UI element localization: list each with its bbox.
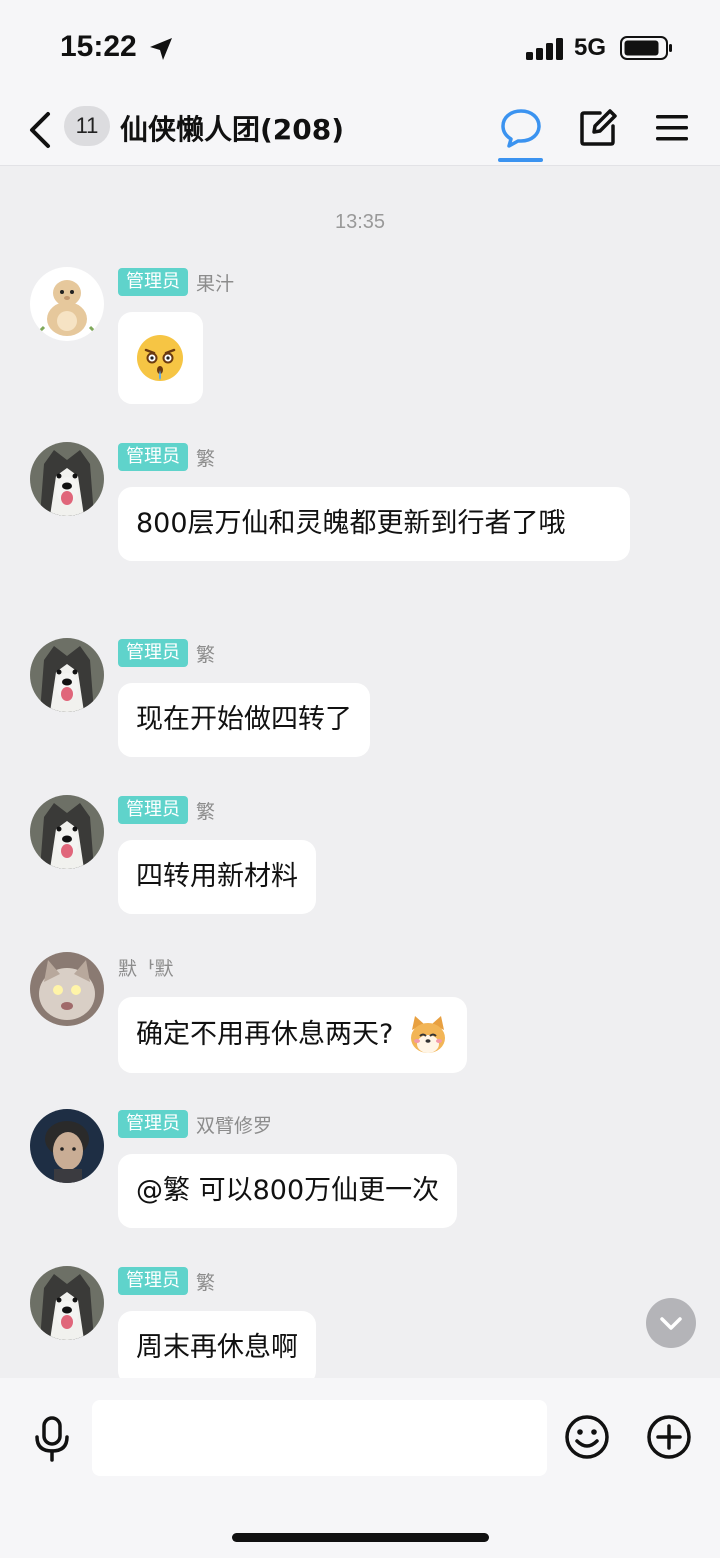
message-bubble[interactable]: 周末再休息啊 [118,1311,316,1378]
menu-icon[interactable] [654,112,690,144]
sender-name[interactable]: 繁 [196,797,215,824]
message-meta: 管理员 繁 [118,795,215,825]
status-bar: 15:22 5G [0,0,720,96]
husky-avatar[interactable] [30,795,104,869]
shiba-face-sticker [411,1016,446,1053]
signal-bars-icon [526,38,563,60]
admin-badge: 管理员 [118,268,188,296]
message-text: 800层万仙和灵魄都更新到行者了哦 [136,508,566,539]
sender-name[interactable]: 默ᅡ默 [118,954,173,981]
message-item: 管理员 繁 现在开始做四转了 [0,638,720,758]
message-item: 管理员 果汁 [0,267,720,407]
message-bubble[interactable]: @繁 可以800万仙更一次 [118,1154,458,1228]
back-icon[interactable] [26,110,54,150]
chat-header: 11 仙侠懒人团(208) [0,96,720,166]
location-arrow-icon [150,38,172,60]
message-text: @繁 可以800万仙更一次 [136,1175,440,1206]
message-bubble[interactable] [118,312,203,404]
message-meta: 默ᅡ默 [118,952,173,982]
message-bubble[interactable]: 现在开始做四转了 [118,683,370,757]
emoji-face-icon[interactable] [564,1414,610,1460]
message-item: 默ᅡ默 确定不用再休息两天? [0,952,720,1073]
home-indicator [232,1533,489,1542]
message-item: 管理员 繁 四转用新材料 [0,795,720,915]
message-item: 管理员 双臂修罗 @繁 可以800万仙更一次 [0,1109,720,1229]
message-text: 周末再休息啊 [136,1332,298,1363]
cat-avatar[interactable] [30,952,104,1026]
message-text: 现在开始做四转了 [136,704,352,735]
message-bubble[interactable]: 确定不用再休息两天? [118,997,468,1073]
sender-name[interactable]: 果汁 [196,269,234,296]
husky-avatar[interactable] [30,442,104,516]
active-tab-indicator [498,158,543,162]
edit-icon[interactable] [578,108,618,148]
message-text: 确定不用再休息两天? [136,1019,394,1050]
add-circle-icon[interactable] [646,1414,692,1460]
time-divider: 13:35 [334,211,386,233]
message-meta: 管理员 双臂修罗 [118,1109,272,1139]
admin-badge: 管理员 [118,639,188,667]
sender-name[interactable]: 繁 [196,444,215,471]
message-meta: 管理员 繁 [118,442,215,472]
admin-badge: 管理员 [118,1267,188,1295]
message-bubble[interactable]: 四转用新材料 [118,840,316,914]
input-bar [0,1378,720,1558]
husky-avatar[interactable] [30,638,104,712]
admin-badge: 管理员 [118,1110,188,1138]
admin-badge: 管理员 [118,443,188,471]
cartoon-dino-avatar[interactable] [30,267,104,341]
sender-name[interactable]: 繁 [196,640,215,667]
message-list[interactable]: 13:35 管理员 果汁 管理员 繁 800层万仙和灵魄都更新到行者了哦 管理员… [0,167,720,1378]
message-meta: 管理员 繁 [118,638,215,668]
admin-badge: 管理员 [118,796,188,824]
message-meta: 管理员 繁 [118,1266,215,1296]
group-title[interactable]: 仙侠懒人团(208) [120,108,344,148]
message-text: 四转用新材料 [136,861,298,892]
message-bubble[interactable]: 800层万仙和灵魄都更新到行者了哦 [118,487,630,561]
unread-count-badge[interactable]: 11 [64,106,110,146]
chevron-down-icon [660,1317,682,1330]
message-meta: 管理员 果汁 [118,267,234,297]
shocked-face-sticker [137,335,183,381]
microphone-icon[interactable] [34,1416,70,1462]
sender-name[interactable]: 繁 [196,1268,215,1295]
network-label: 5G [574,34,607,61]
status-time: 15:22 [60,30,137,63]
message-item: 管理员 繁 周末再休息啊 [0,1266,720,1378]
battery-icon [620,36,672,60]
husky-avatar[interactable] [30,1266,104,1340]
message-item: 管理员 繁 800层万仙和灵魄都更新到行者了哦 [0,442,720,602]
sender-name[interactable]: 双臂修罗 [196,1111,272,1138]
man-portrait-avatar[interactable] [30,1109,104,1183]
scroll-to-bottom-button[interactable] [646,1298,696,1348]
message-input[interactable] [92,1400,547,1476]
chat-bubble-icon[interactable] [498,106,544,152]
